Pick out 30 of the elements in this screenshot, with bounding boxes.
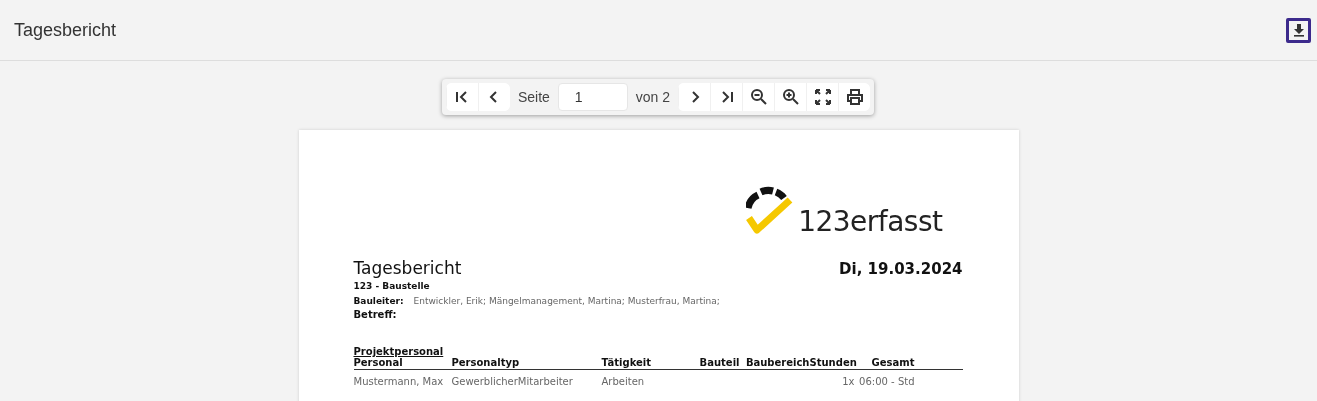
table-cell-text: Mustermann, Max — [353, 376, 445, 387]
page-title: Tagesbericht — [14, 19, 117, 41]
page-total: von 2 — [635, 89, 671, 105]
column-header: Personal — [353, 357, 403, 368]
table-cell-text: 06:00 - Std — [858, 376, 915, 387]
column-header: Bauteil — [698, 357, 740, 368]
column-header: Personaltyp — [451, 357, 521, 368]
logo-text: 123erfasst — [798, 208, 943, 236]
page-label: Seite — [517, 89, 550, 105]
subject-label: Betreff: — [353, 309, 398, 320]
report-title: Tagesbericht — [353, 258, 462, 278]
manager-names: Entwickler, Erik; Mängelmanagement, Martina; Musterfrau, Martina; — [413, 296, 720, 306]
zoom-in-icon — [781, 88, 800, 106]
table-cell-text: Arbeiten — [601, 376, 646, 387]
column-header: Stunden — [809, 357, 855, 368]
table-cell-text: 1x — [841, 376, 855, 387]
section-heading: Projektpersonal — [353, 346, 445, 357]
column-header: Tätigkeit — [601, 357, 652, 368]
printer-icon — [845, 88, 864, 106]
download-button[interactable] — [1286, 17, 1311, 43]
report-date: Di, 19.03.2024 — [839, 260, 963, 278]
download-icon — [1291, 23, 1306, 37]
manager-label: Bauleiter: — [353, 296, 405, 306]
column-header: Gesamt — [870, 357, 915, 368]
zoom-out-icon — [749, 88, 768, 106]
fullscreen-icon — [813, 88, 832, 106]
site-name: 123 - Baustelle — [353, 281, 431, 291]
table-cell-text: GewerblicherMitarbeiter — [451, 376, 574, 387]
column-header: Baubereich — [744, 357, 810, 368]
page-number-field[interactable]: 1 — [557, 83, 628, 111]
